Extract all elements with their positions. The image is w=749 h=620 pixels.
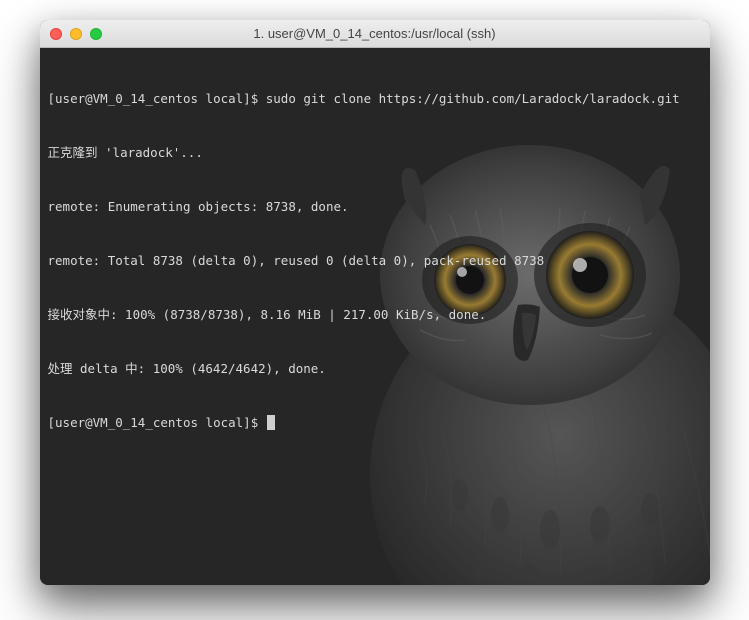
terminal-window: 1. user@VM_0_14_centos:/usr/local (ssh) [40,20,710,585]
terminal-body[interactable]: [user@VM_0_14_centos local]$ sudo git cl… [40,48,710,585]
output-line: remote: Enumerating objects: 8738, done. [48,198,702,216]
cursor-icon [267,415,275,430]
traffic-lights [50,28,102,40]
window-title: 1. user@VM_0_14_centos:/usr/local (ssh) [253,26,495,41]
titlebar[interactable]: 1. user@VM_0_14_centos:/usr/local (ssh) [40,20,710,48]
output-line: 接收对象中: 100% (8738/8738), 8.16 MiB | 217.… [48,306,702,324]
minimize-icon[interactable] [70,28,82,40]
output-line: remote: Total 8738 (delta 0), reused 0 (… [48,252,702,270]
shell-command: sudo git clone https://github.com/Larado… [266,91,680,106]
maximize-icon[interactable] [90,28,102,40]
shell-prompt: [user@VM_0_14_centos local]$ [48,415,266,430]
terminal-content[interactable]: [user@VM_0_14_centos local]$ sudo git cl… [48,54,702,468]
output-line: 处理 delta 中: 100% (4642/4642), done. [48,360,702,378]
close-icon[interactable] [50,28,62,40]
output-line: 正克隆到 'laradock'... [48,144,702,162]
shell-prompt: [user@VM_0_14_centos local]$ [48,91,266,106]
